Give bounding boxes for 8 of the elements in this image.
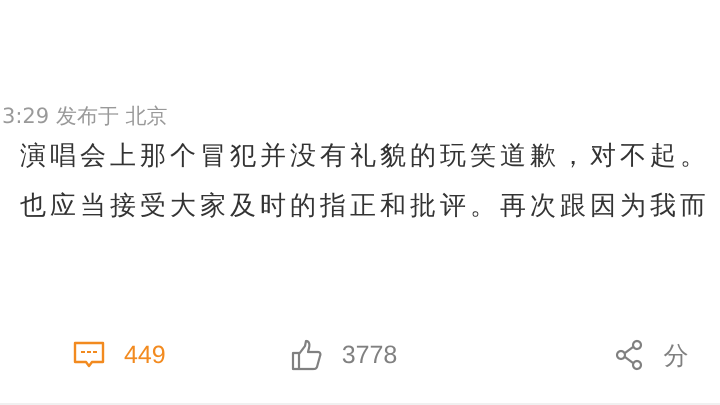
share-button[interactable]: 分 [615, 338, 688, 372]
comment-icon [72, 340, 106, 370]
post-text: 演唱会上那个冒犯并没有礼貌的玩笑道歉，对不起。 [20, 141, 710, 171]
post-text: 也应当接受大家及时的指正和批评。再次跟因为我而 [20, 191, 710, 221]
thumbs-up-icon [290, 339, 324, 371]
comment-button[interactable]: 449 [72, 340, 166, 370]
like-button[interactable]: 3778 [290, 339, 398, 371]
post-meta: 3:29 发布于 北京 [1, 103, 168, 130]
